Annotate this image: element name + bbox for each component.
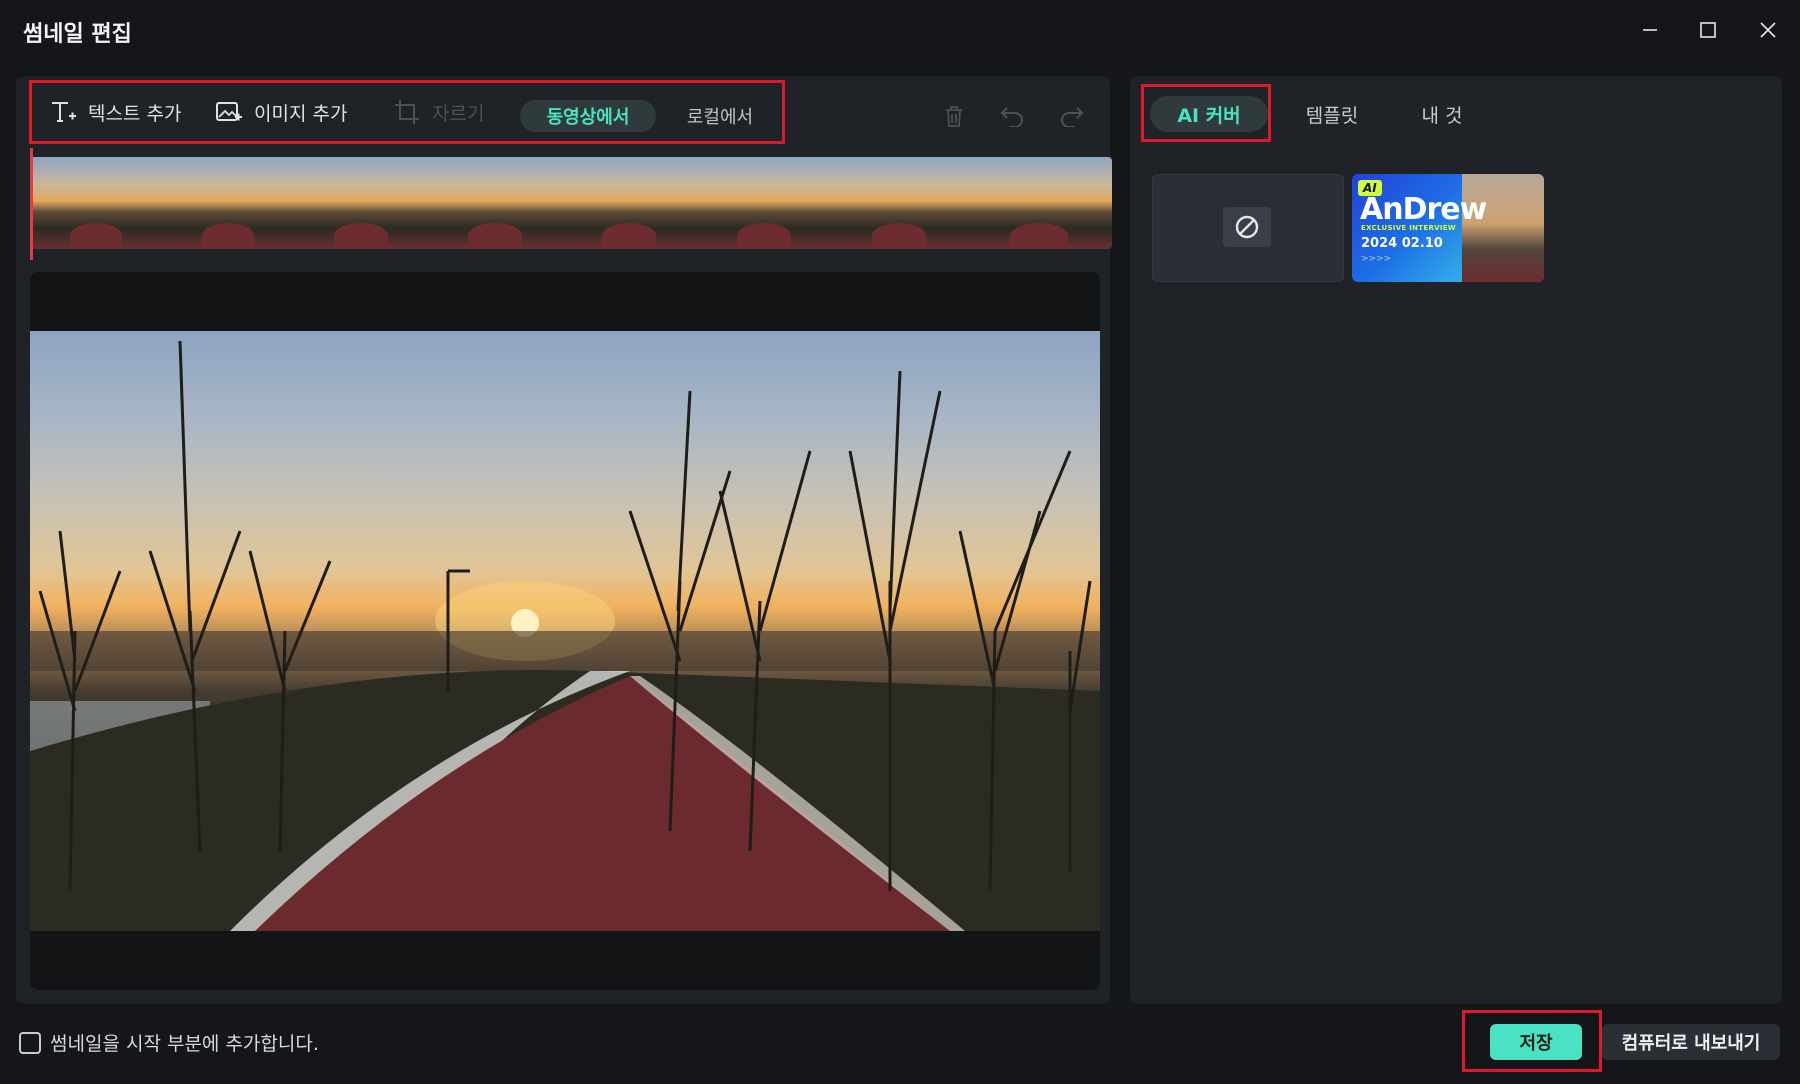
add-to-start-label: 썸네일을 시작 부분에 추가합니다. [50, 1033, 319, 1055]
add-text-label: 텍스트 추가 [88, 102, 182, 125]
add-image-label: 이미지 추가 [254, 102, 348, 125]
add-image-button[interactable]: 이미지 추가 [214, 92, 347, 132]
no-cover-option[interactable] [1152, 174, 1344, 282]
none-icon [1235, 215, 1259, 239]
ai-cover-date: 2024 02.10 [1361, 236, 1443, 251]
from-local-tab[interactable]: 로컬에서 [668, 100, 772, 132]
film-frame [294, 157, 429, 249]
redo-button[interactable] [1056, 100, 1088, 132]
video-filmstrip[interactable] [30, 157, 1112, 249]
minimize-icon [1643, 29, 1657, 31]
maximize-icon [1700, 22, 1716, 38]
crop-button[interactable]: 자르기 [392, 92, 484, 132]
undo-button[interactable] [996, 100, 1028, 132]
delete-button[interactable] [938, 100, 970, 132]
film-frame [832, 157, 967, 249]
editor-panel: 텍스트 추가 이미지 추가 자르기 동영상에서 로컬에서 [16, 76, 1112, 1004]
editor-toolbar: 텍스트 추가 이미지 추가 자르기 동영상에서 로컬에서 [28, 82, 1096, 142]
save-button[interactable]: 저장 [1490, 1024, 1582, 1060]
title-bar: 썸네일 편집 [0, 0, 1800, 60]
cover-source-panel: AI 커버 템플릿 내 것 AI AnDrew EXCLUSIVE INTERV… [1130, 76, 1782, 1004]
film-frame [562, 157, 697, 249]
film-frame [696, 157, 833, 249]
trash-icon [946, 106, 962, 127]
film-frame [162, 157, 295, 249]
maximize-button[interactable] [1686, 12, 1730, 48]
undo-icon [1000, 107, 1023, 127]
ai-cover-subtitle: EXCLUSIVE INTERVIEW [1361, 224, 1456, 232]
close-icon [1760, 22, 1776, 38]
window-title: 썸네일 편집 [23, 22, 132, 47]
none-icon-wrap [1223, 207, 1271, 247]
export-to-computer-button[interactable]: 컴퓨터로 내보내기 [1602, 1024, 1780, 1060]
film-frame [966, 157, 1112, 249]
crop-label: 자르기 [432, 102, 485, 125]
minimize-button[interactable] [1628, 12, 1672, 48]
text-add-icon [48, 97, 78, 127]
thumbnail-preview-area [30, 272, 1100, 990]
film-frame [428, 157, 563, 249]
add-text-button[interactable]: 텍스트 추가 [48, 92, 181, 132]
ai-cover-chevrons: >>>> [1361, 254, 1392, 264]
tab-mine[interactable]: 내 것 [1392, 96, 1492, 132]
tab-template[interactable]: 템플릿 [1282, 96, 1382, 132]
ai-cover-photo [1462, 174, 1544, 282]
tab-ai-cover[interactable]: AI 커버 [1150, 96, 1268, 132]
close-button[interactable] [1746, 12, 1790, 48]
add-to-start-checkbox[interactable] [19, 1032, 41, 1054]
thumbnail-preview-image [30, 331, 1100, 931]
from-video-tab[interactable]: 동영상에서 [520, 100, 656, 132]
playhead-marker[interactable] [30, 148, 33, 260]
film-frame [30, 157, 163, 249]
image-add-icon [214, 97, 244, 127]
crop-icon [392, 97, 422, 127]
redo-icon [1061, 107, 1084, 127]
ai-cover-name: AnDrew [1360, 192, 1487, 227]
ai-cover-template-card[interactable]: AI AnDrew EXCLUSIVE INTERVIEW 2024 02.10… [1352, 174, 1544, 282]
